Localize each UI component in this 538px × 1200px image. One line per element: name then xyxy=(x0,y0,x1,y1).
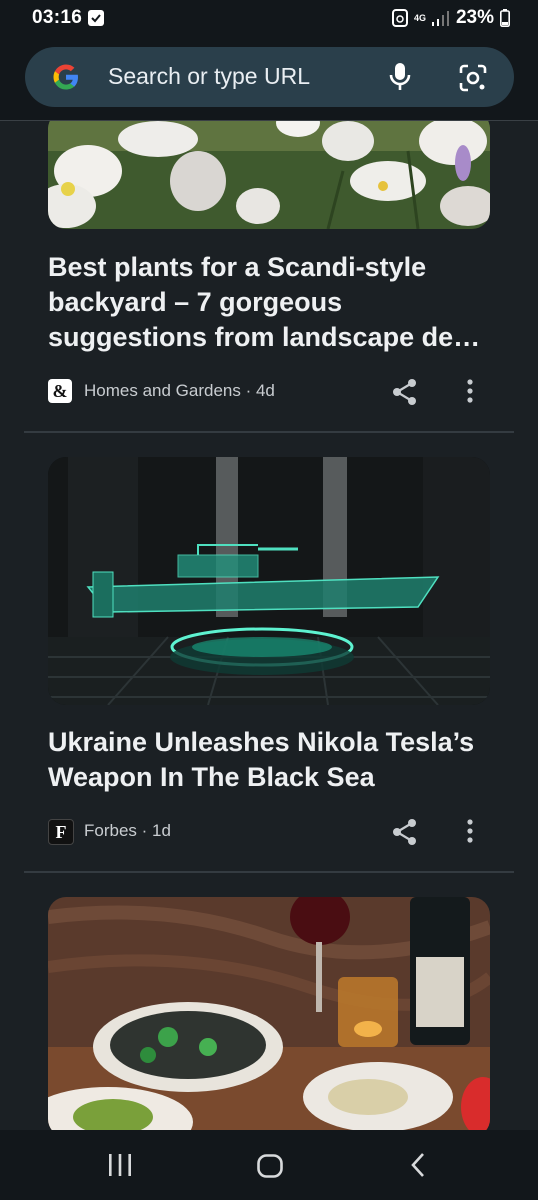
browser-toolbar: Search or type URL xyxy=(0,38,538,121)
status-time: 03:16 xyxy=(32,7,83,28)
card-divider xyxy=(24,871,514,873)
battery-percent: 23% xyxy=(455,7,494,28)
card-divider xyxy=(24,431,514,433)
search-input[interactable]: Search or type URL xyxy=(108,63,310,90)
battery-icon xyxy=(500,9,510,27)
signal-icon xyxy=(431,11,449,26)
home-icon[interactable] xyxy=(257,1154,283,1178)
google-g-icon xyxy=(53,64,78,90)
article-image-boat[interactable] xyxy=(48,457,490,705)
article-image-dinner[interactable] xyxy=(48,897,490,1130)
microphone-icon[interactable] xyxy=(387,61,413,93)
source-logo: F xyxy=(48,819,74,845)
article-image-flowers[interactable] xyxy=(48,121,490,229)
share-icon[interactable] xyxy=(392,378,418,406)
network-type: 4G xyxy=(413,12,426,23)
share-icon[interactable] xyxy=(392,818,418,846)
recents-icon[interactable] xyxy=(108,1154,132,1176)
more-options-icon[interactable] xyxy=(466,379,474,403)
camera-lens-icon[interactable] xyxy=(458,63,488,93)
article-headline[interactable]: Ukraine Unleashes Nikola Tesla’s Weapon … xyxy=(48,725,498,795)
article-source: Homes and Gardens · 4d xyxy=(84,381,275,400)
article-source-row: & Homes and Gardens · 4d xyxy=(48,374,490,410)
system-navigation-bar xyxy=(0,1130,538,1200)
news-feed: Best plants for a Scandi-style backyard … xyxy=(0,121,538,1130)
article-source-row: F Forbes · 1d xyxy=(48,814,490,850)
article-source: Forbes · 1d xyxy=(84,821,171,840)
source-logo: & xyxy=(48,379,72,403)
more-options-icon[interactable] xyxy=(466,819,474,843)
search-bar[interactable]: Search or type URL xyxy=(25,47,514,107)
recycle-icon xyxy=(391,9,408,27)
article-headline[interactable]: Best plants for a Scandi-style backyard … xyxy=(48,250,498,355)
status-bar: 03:16 4G 23% xyxy=(0,0,538,38)
status-icons: 4G 23% xyxy=(391,7,510,29)
back-icon[interactable] xyxy=(410,1152,426,1178)
check-notification-icon xyxy=(88,10,104,26)
